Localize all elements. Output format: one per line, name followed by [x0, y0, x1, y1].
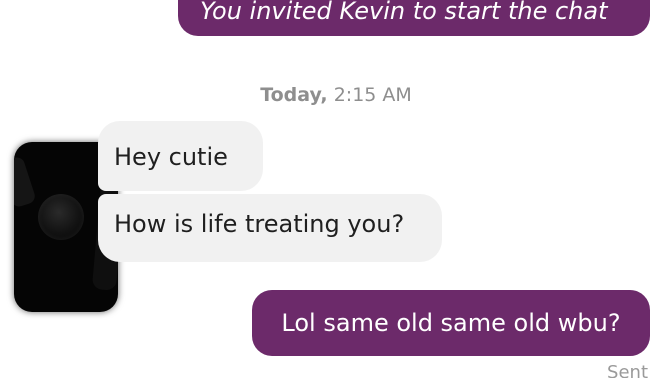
- chat-thread: You invited Kevin to start the chat Toda…: [0, 0, 672, 378]
- incoming-message-bubble[interactable]: How is life treating you?: [98, 194, 442, 262]
- message-timestamp: Today, 2:15 AM: [0, 84, 672, 106]
- outgoing-message-bubble[interactable]: You invited Kevin to start the chat: [178, 0, 650, 36]
- message-text: How is life treating you?: [114, 210, 405, 238]
- timestamp-time: 2:15 AM: [333, 84, 412, 106]
- outgoing-message-bubble[interactable]: Lol same old same old wbu?: [252, 290, 650, 356]
- message-text: You invited Kevin to start the chat: [200, 0, 608, 25]
- avatar-icon[interactable]: [38, 194, 84, 240]
- timestamp-day: Today,: [260, 84, 328, 106]
- incoming-message-bubble[interactable]: Hey cutie: [98, 121, 263, 191]
- delivery-status: Sent: [607, 362, 648, 378]
- message-text: Lol same old same old wbu?: [281, 308, 621, 337]
- message-text: Hey cutie: [114, 143, 228, 171]
